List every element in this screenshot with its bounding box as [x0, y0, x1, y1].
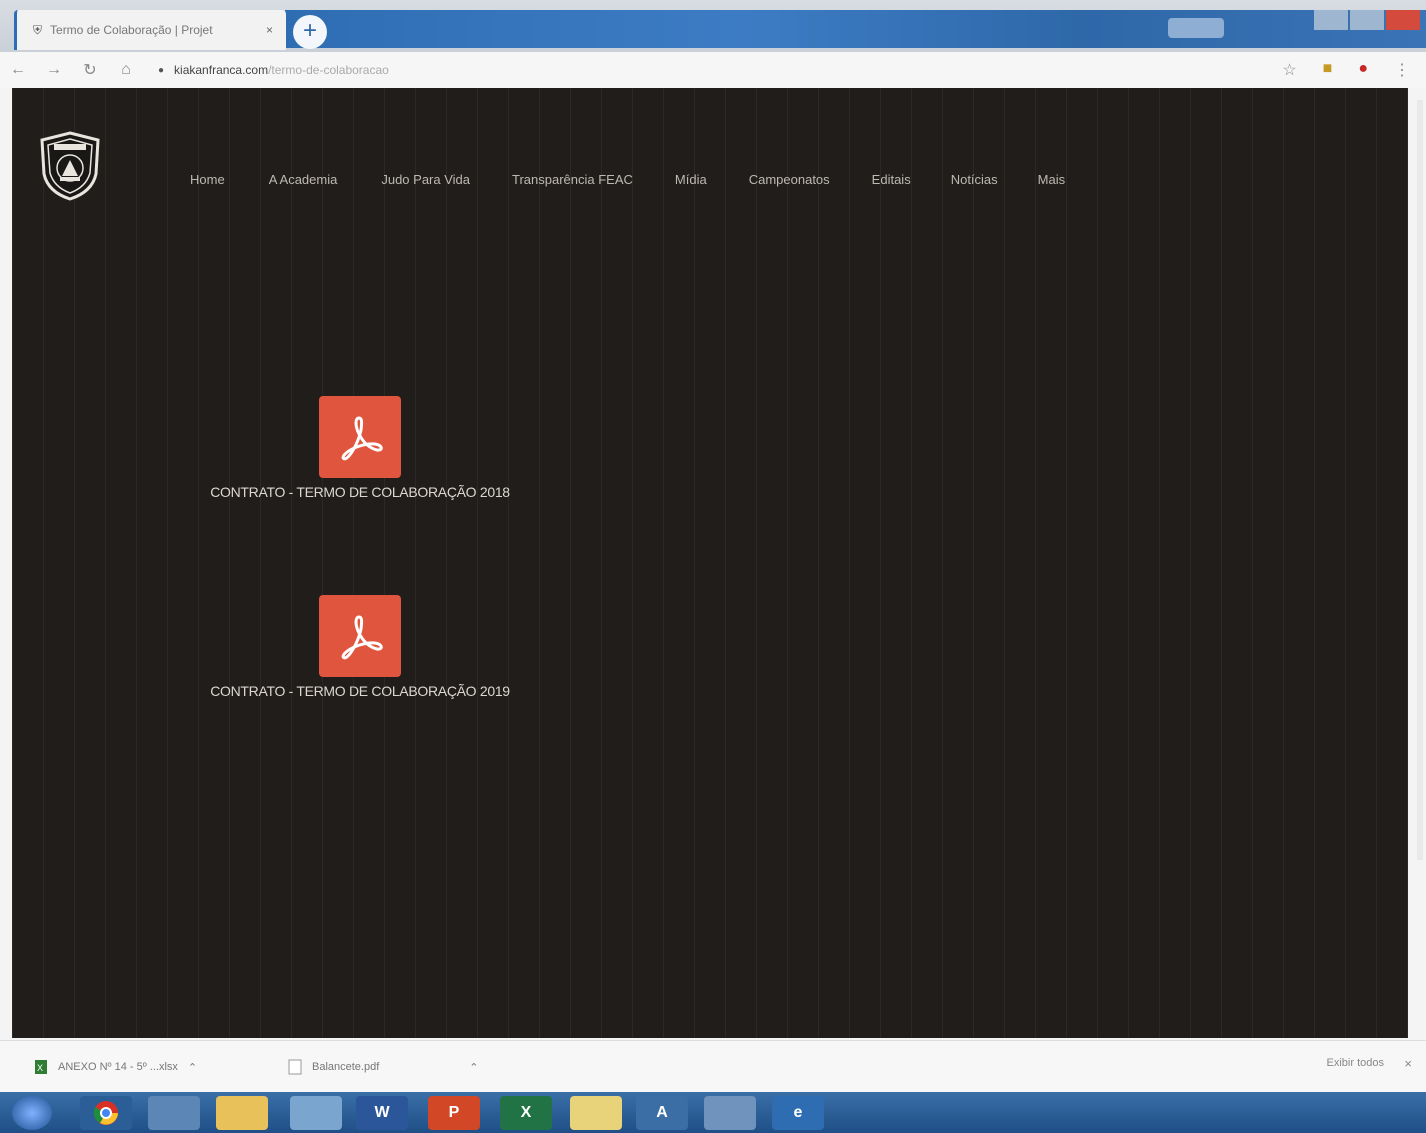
- download-item[interactable]: X ANEXO Nº 14 - 5º ...xlsx ⌃: [34, 1059, 197, 1075]
- show-all-downloads-link[interactable]: Exibir todos: [1327, 1057, 1384, 1069]
- reload-icon[interactable]: ↻: [72, 60, 108, 80]
- bookmark-star-icon[interactable]: ☆: [1282, 60, 1296, 80]
- excel-file-icon: X: [35, 1060, 47, 1074]
- document-label[interactable]: CONTRATO - TERMO DE COLABORAÇÃO 2018: [180, 484, 540, 500]
- powerpoint-taskbar-icon[interactable]: P: [428, 1096, 480, 1130]
- toolbar-actions: ☆ ■ ● ⋮: [1282, 60, 1410, 80]
- browser-tab-bar: ⛨ Termo de Colaboração | Projet × +: [0, 0, 1426, 52]
- nav-item-campeonatos[interactable]: Campeonatos: [749, 172, 830, 187]
- lock-icon: ●: [158, 64, 165, 76]
- nav-item-editais[interactable]: Editais: [872, 172, 911, 187]
- app-taskbar-icon[interactable]: [570, 1096, 622, 1130]
- document-link[interactable]: CONTRATO - TERMO DE COLABORAÇÃO 2019: [180, 595, 540, 699]
- tab-bar-background: [285, 10, 1426, 48]
- home-icon[interactable]: ⌂: [108, 61, 144, 79]
- minimize-button[interactable]: [1314, 10, 1348, 30]
- profile-icon[interactable]: ●: [1358, 60, 1368, 80]
- app-taskbar-icon[interactable]: A: [636, 1096, 688, 1130]
- nav-item-noticias[interactable]: Notícias: [951, 172, 998, 187]
- explorer-taskbar-icon[interactable]: [148, 1096, 200, 1130]
- forward-arrow-icon[interactable]: →: [36, 61, 72, 79]
- browser-tab[interactable]: ⛨ Termo de Colaboração | Projet ×: [14, 10, 286, 50]
- app-taskbar-icon[interactable]: [290, 1096, 342, 1130]
- word-taskbar-icon[interactable]: W: [356, 1096, 408, 1130]
- back-arrow-icon[interactable]: ←: [0, 61, 36, 79]
- download-item[interactable]: Balancete.pdf ⌃: [288, 1059, 479, 1075]
- file-icon: [288, 1059, 302, 1075]
- chrome-taskbar-icon[interactable]: [80, 1096, 132, 1130]
- profile-pill[interactable]: [1168, 18, 1224, 38]
- nav-item-midia[interactable]: Mídia: [675, 172, 707, 187]
- scrollbar[interactable]: [1417, 100, 1423, 860]
- document-label[interactable]: CONTRATO - TERMO DE COLABORAÇÃO 2019: [180, 683, 540, 699]
- pdf-icon[interactable]: [319, 595, 401, 677]
- new-tab-button[interactable]: +: [293, 15, 327, 49]
- document-link[interactable]: CONTRATO - TERMO DE COLABORAÇÃO 2018: [180, 396, 540, 500]
- main-nav: Home A Academia Judo Para Vida Transparê…: [190, 172, 1065, 187]
- address-bar: ← → ↻ ⌂ ● kiakanfranca.com /termo-de-col…: [0, 52, 1426, 88]
- nav-item-transparencia-feac[interactable]: Transparência FEAC: [512, 172, 633, 187]
- download-filename: Balancete.pdf: [312, 1061, 380, 1073]
- maximize-button[interactable]: [1350, 10, 1384, 30]
- close-window-button[interactable]: [1386, 10, 1420, 30]
- site-favicon-icon: ⛨: [33, 22, 43, 37]
- extension-icon[interactable]: ■: [1323, 60, 1333, 80]
- pdf-icon[interactable]: [319, 396, 401, 478]
- academy-shield-logo[interactable]: [36, 130, 104, 202]
- menu-dots-icon[interactable]: ⋮: [1394, 60, 1410, 80]
- url-domain: kiakanfranca.com: [174, 63, 269, 77]
- download-filename: ANEXO Nº 14 - 5º ...xlsx: [58, 1061, 178, 1073]
- web-page: Home A Academia Judo Para Vida Transparê…: [12, 88, 1408, 1038]
- chevron-down-icon[interactable]: ⌃: [188, 1061, 197, 1074]
- acrobat-pdf-icon: [341, 615, 383, 660]
- window-controls: [1314, 10, 1420, 30]
- svg-text:X: X: [37, 1063, 43, 1073]
- folder-taskbar-icon[interactable]: [216, 1096, 268, 1130]
- os-taskbar: W P X A e: [0, 1092, 1426, 1133]
- tab-title: Termo de Colaboração | Projet: [50, 23, 213, 37]
- nav-item-judo-para-vida[interactable]: Judo Para Vida: [381, 172, 470, 187]
- tab-close-icon[interactable]: ×: [266, 23, 286, 37]
- nav-item-a-academia[interactable]: A Academia: [269, 172, 338, 187]
- url-path: /termo-de-colaboracao: [268, 63, 389, 77]
- nav-item-mais[interactable]: Mais: [1038, 172, 1065, 187]
- system-clock[interactable]: [1401, 1097, 1404, 1111]
- download-shelf: X ANEXO Nº 14 - 5º ...xlsx ⌃ Balancete.p…: [0, 1040, 1426, 1093]
- start-button-icon[interactable]: [12, 1096, 52, 1130]
- nav-item-home[interactable]: Home: [190, 172, 225, 187]
- app-taskbar-icon[interactable]: [704, 1096, 756, 1130]
- ie-taskbar-icon[interactable]: e: [772, 1096, 824, 1130]
- close-shelf-icon[interactable]: ×: [1404, 1056, 1412, 1071]
- acrobat-pdf-icon: [341, 416, 383, 461]
- excel-taskbar-icon[interactable]: X: [500, 1096, 552, 1130]
- chevron-down-icon[interactable]: ⌃: [469, 1061, 478, 1074]
- url-field[interactable]: ● kiakanfranca.com /termo-de-colaboracao: [158, 63, 389, 77]
